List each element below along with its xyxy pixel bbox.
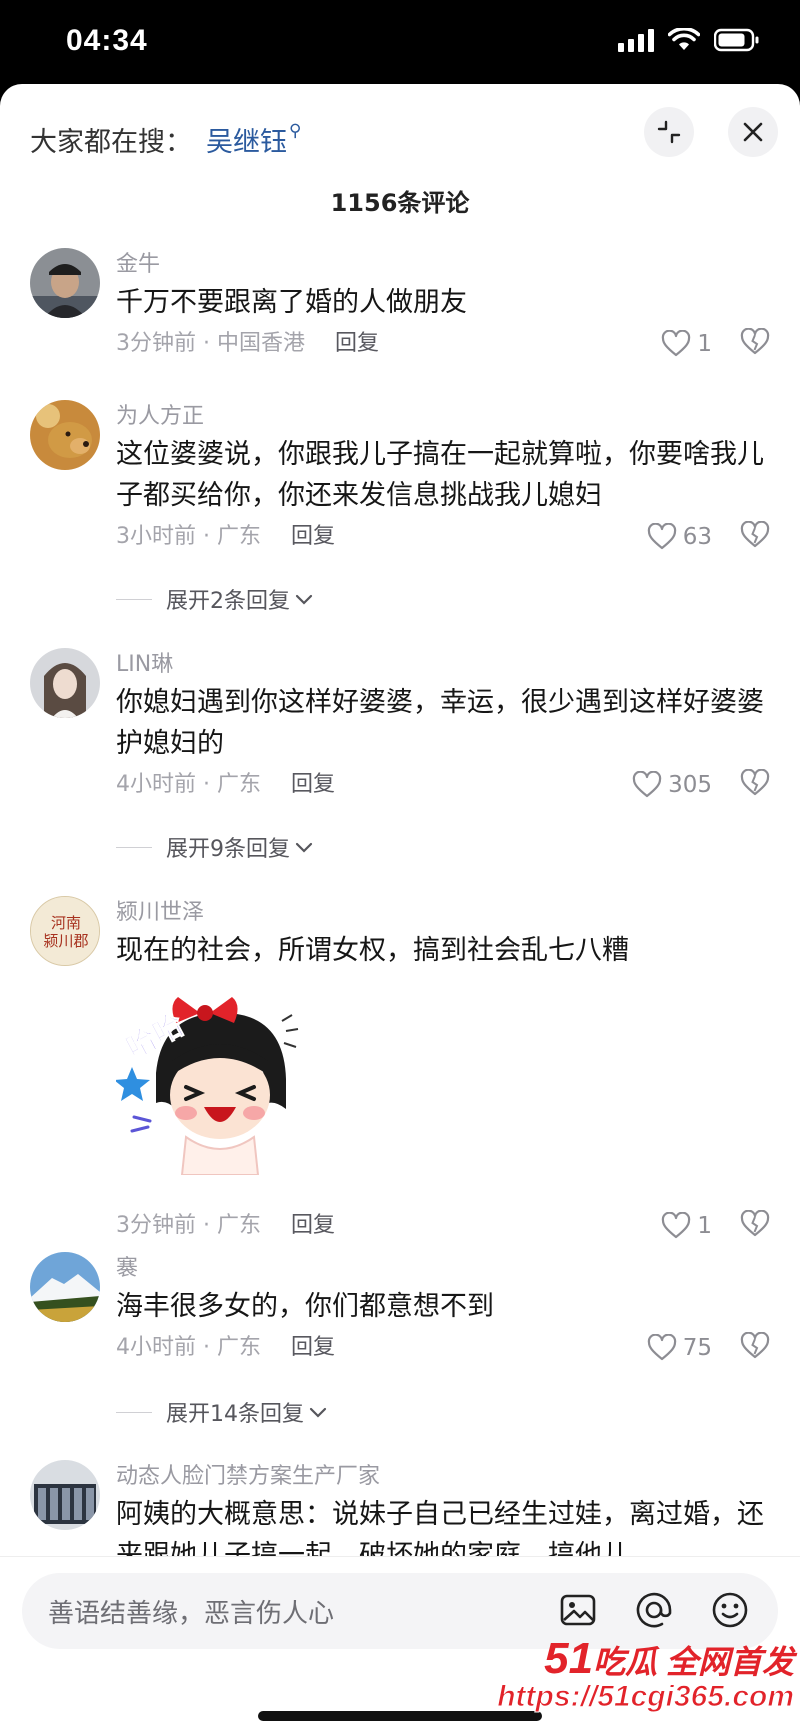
comment-author[interactable]: LIN琳	[116, 648, 770, 682]
comment-text: 这位婆婆说，你跟我儿子搞在一起就算啦，你要啥我儿子都买给你，你还来发信息挑战我儿…	[116, 439, 764, 511]
collapse-icon	[657, 120, 681, 144]
watermark-brand-text: 吃瓜 全网首发	[593, 1644, 794, 1680]
expand-replies-button[interactable]: 展开2条回复	[116, 584, 314, 614]
avatar[interactable]	[30, 1460, 100, 1530]
comment-item: 为人方正 这位婆婆说，你跟我儿子搞在一起就算啦，你要啥我儿子都买给你，你还来发信…	[30, 400, 770, 550]
watermark-brand-num: 51	[544, 1634, 594, 1683]
comment-meta: 3分钟前 · 中国香港 回复 1	[116, 323, 770, 365]
comment-time-location: 3小时前 · 广东	[116, 524, 261, 549]
trending-search-label: 大家都在搜：	[30, 126, 192, 158]
emoji-button[interactable]	[708, 1588, 752, 1632]
heart-icon	[647, 523, 676, 550]
expand-replies-label: 展开14条回复	[166, 1402, 304, 1427]
comment-meta: 4小时前 · 广东 回复 75	[116, 1327, 770, 1369]
comment-text: 海丰很多女的，你们都意想不到	[116, 1291, 494, 1322]
reply-button[interactable]: 回复	[335, 331, 379, 356]
chevron-down-icon	[295, 842, 313, 853]
expand-replies-button[interactable]: 展开9条回复	[116, 832, 314, 862]
status-bar: 04:34	[0, 0, 800, 84]
dislike-heart-icon[interactable]	[740, 328, 770, 356]
comment-meta: 4小时前 · 广东 回复 305	[116, 764, 770, 806]
comment-author[interactable]: 动态人脸门禁方案生产厂家	[116, 1460, 770, 1494]
avatar[interactable]: 河南颍川郡	[30, 896, 100, 966]
battery-icon	[714, 28, 759, 52]
like-count: 1	[697, 331, 712, 357]
dislike-heart-icon[interactable]	[740, 769, 770, 797]
watermark-url: https://51cgi365.com	[497, 1680, 795, 1714]
like-count: 1	[697, 1213, 712, 1239]
comment-author[interactable]: 褰	[116, 1252, 770, 1286]
comment-author[interactable]: 金牛	[116, 248, 770, 282]
divider-line	[116, 1411, 152, 1413]
emoji-icon	[712, 1592, 748, 1628]
like-button[interactable]: 63	[647, 516, 712, 558]
comment-sheet: 大家都在搜： 吴继钰 ⚲ 1156条评论 金牛 千万不要跟离了婚的人做朋友 3分…	[0, 84, 800, 1733]
trending-search-term[interactable]: 吴继钰	[206, 120, 287, 159]
comment-item: LIN琳 你媳妇遇到你这样好婆婆，幸运，很少遇到这样好婆婆护媳妇的 4小时前 ·…	[30, 648, 770, 798]
heart-icon	[647, 1334, 676, 1361]
signal-icon	[618, 28, 654, 52]
watermark-brand: 51吃瓜 全网首发	[497, 1634, 794, 1684]
heart-icon	[662, 1212, 691, 1239]
like-count: 305	[668, 772, 712, 798]
comment-item: 动态人脸门禁方案生产厂家 阿姨的大概意思：说妹子自己已经生过娃，离过婚，还来跟她…	[30, 1460, 770, 1571]
dislike-heart-icon[interactable]	[740, 521, 770, 549]
comment-text: 现在的社会，所谓女权，搞到社会乱七八糟	[116, 935, 629, 966]
comment-author[interactable]: 为人方正	[116, 400, 770, 434]
reply-button[interactable]: 回复	[291, 772, 335, 797]
comment-item: 褰 海丰很多女的，你们都意想不到 4小时前 · 广东 回复 75	[30, 1252, 770, 1362]
comment-time-location: 4小时前 · 广东	[116, 772, 261, 797]
comment-time-location: 4小时前 · 广东	[116, 1335, 261, 1360]
expand-replies-label: 展开2条回复	[166, 589, 290, 614]
expand-replies-button[interactable]: 展开14条回复	[116, 1397, 328, 1427]
like-button[interactable]: 1	[661, 323, 712, 365]
avatar[interactable]	[30, 248, 100, 318]
expand-replies-label: 展开9条回复	[166, 837, 290, 862]
like-count: 63	[682, 524, 712, 550]
heart-icon	[662, 330, 691, 357]
avatar[interactable]	[30, 648, 100, 718]
status-icons	[618, 28, 760, 52]
mention-button[interactable]	[632, 1588, 676, 1632]
wifi-icon	[668, 28, 700, 50]
avatar[interactable]	[30, 1252, 100, 1322]
divider-line	[116, 846, 152, 848]
reply-button[interactable]: 回复	[291, 1213, 335, 1238]
status-time: 04:34	[66, 24, 148, 57]
comment-item: 金牛 千万不要跟离了婚的人做朋友 3分钟前 · 中国香港 回复 1	[30, 248, 770, 358]
like-button[interactable]: 305	[632, 764, 712, 806]
reply-button[interactable]: 回复	[291, 524, 335, 549]
comment-meta: 3小时前 · 广东 回复 63	[116, 516, 770, 558]
heart-icon	[632, 771, 662, 798]
at-icon	[636, 1592, 672, 1628]
chevron-down-icon	[309, 1407, 327, 1418]
comment-sticker[interactable]: 哈哈	[114, 991, 316, 1176]
comment-count: 1156条评论	[330, 189, 470, 217]
comment-input-placeholder: 善语结善缘，恶言伤人心	[48, 1599, 335, 1629]
like-button[interactable]: 75	[647, 1327, 712, 1369]
comment-meta: 3分钟前 · 广东 回复 1	[116, 1205, 770, 1247]
comment-author[interactable]: 颍川世泽	[116, 896, 770, 930]
search-icon[interactable]: ⚲	[289, 121, 301, 141]
chevron-down-icon	[295, 594, 313, 605]
reply-button[interactable]: 回复	[291, 1335, 335, 1360]
comment-text: 你媳妇遇到你这样好婆婆，幸运，很少遇到这样好婆婆护媳妇的	[116, 687, 764, 759]
close-icon	[743, 122, 763, 142]
avatar[interactable]	[30, 400, 100, 470]
collapse-button[interactable]	[644, 107, 694, 157]
dislike-heart-icon[interactable]	[740, 1332, 770, 1360]
dislike-heart-icon[interactable]	[740, 1210, 770, 1238]
divider-line	[116, 598, 152, 600]
close-button[interactable]	[728, 107, 778, 157]
like-button[interactable]: 1	[661, 1205, 712, 1247]
comment-time-location: 3分钟前 · 中国香港	[116, 331, 305, 356]
image-icon	[560, 1594, 596, 1626]
comment-text: 千万不要跟离了婚的人做朋友	[116, 287, 467, 318]
image-button[interactable]	[556, 1588, 600, 1632]
comment-time-location: 3分钟前 · 广东	[116, 1213, 261, 1238]
watermark: 51吃瓜 全网首发 https://51cgi365.com	[497, 1634, 795, 1714]
comment-item: 河南颍川郡 颍川世泽 现在的社会，所谓女权，搞到社会乱七八糟 哈哈 3分钟前 ·…	[30, 896, 770, 1296]
like-count: 75	[682, 1335, 712, 1361]
